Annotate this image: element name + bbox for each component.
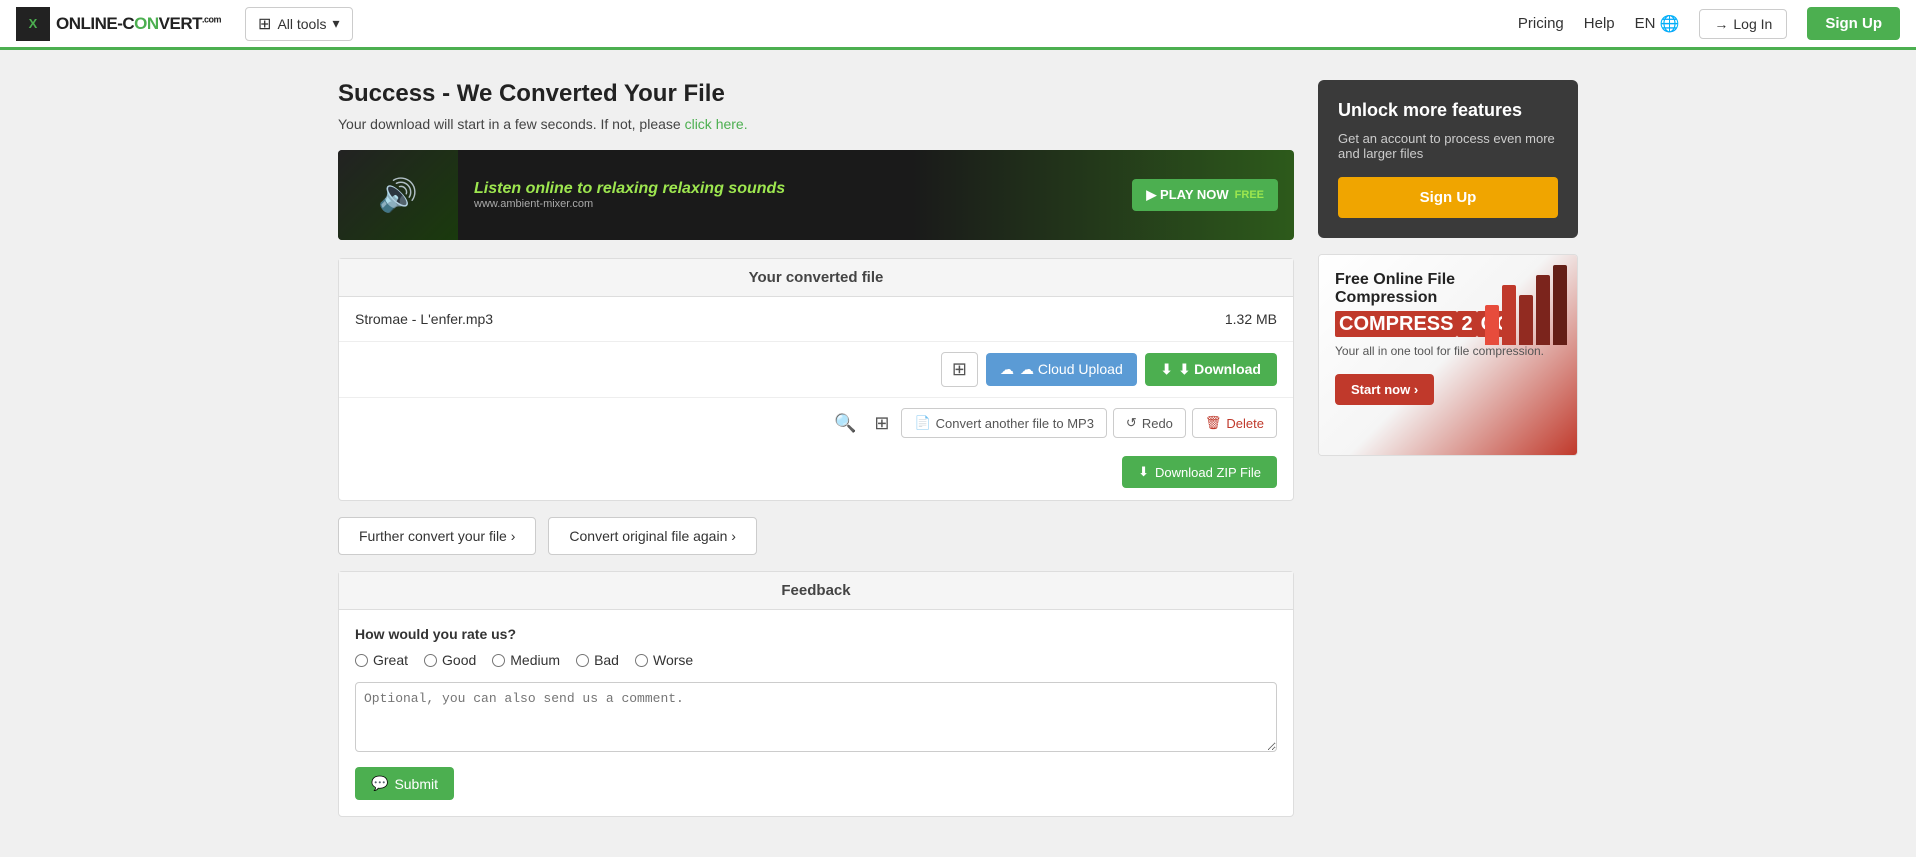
header: X ONLINE-CONVERT.com ⊞ All tools ▾ Prici… [0, 0, 1916, 50]
rating-worse[interactable]: Worse [635, 652, 693, 668]
signup-button[interactable]: Sign Up [1807, 7, 1900, 40]
comment-textarea[interactable] [355, 682, 1277, 752]
ad-banner: 🔊 Listen online to relaxing relaxing sou… [338, 150, 1294, 240]
zip-row: ⬇ Download ZIP File [339, 448, 1293, 500]
qr-icon: ⊞ [952, 359, 967, 379]
further-convert-button[interactable]: Further convert your file › [338, 517, 536, 555]
rating-great-radio[interactable] [355, 654, 368, 667]
feedback-body: How would you rate us? Great Good Medium [339, 610, 1293, 816]
login-label: Log In [1733, 16, 1772, 32]
unlock-desc: Get an account to process even more and … [1338, 131, 1558, 161]
action-row: ⊞ ☁ ☁ Cloud Upload ⬇ ⬇ Download [339, 342, 1293, 398]
pricing-link[interactable]: Pricing [1518, 15, 1564, 32]
login-icon: → [1714, 16, 1728, 32]
lang-label: EN [1635, 15, 1656, 32]
rating-options: Great Good Medium Bad [355, 652, 1277, 668]
redo-button[interactable]: ↺ Redo [1113, 408, 1186, 438]
header-right: Pricing Help EN 🌐 → Log In Sign Up [1518, 7, 1900, 40]
ad-text: Listen online to relaxing relaxing sound… [458, 180, 1132, 210]
unlock-title: Unlock more features [1338, 100, 1558, 121]
search-button[interactable]: 🔍 [828, 409, 862, 438]
bar [1553, 265, 1567, 345]
delete-button[interactable]: 🗑 Delete [1192, 408, 1277, 438]
click-here-link[interactable]: click here. [685, 116, 748, 132]
further-convert-row: Further convert your file › Convert orig… [338, 517, 1294, 555]
submit-button[interactable]: 💬 Submit [355, 767, 454, 800]
file-name: Stromae - L'enfer.mp3 [355, 311, 493, 327]
file-size: 1.32 MB [1225, 311, 1277, 327]
ad-play-button[interactable]: ▶ PLAY NOW FREE [1132, 179, 1278, 211]
ad-start-button[interactable]: Start now › [1335, 374, 1434, 405]
ad-free-label: FREE [1235, 189, 1264, 201]
search-icon: 🔍 [834, 413, 856, 433]
download-icon: ⬇ [1161, 361, 1173, 378]
speaker-emoji: 🔊 [378, 176, 418, 214]
grid-view-icon: ⊞ [874, 413, 889, 433]
cloud-upload-button[interactable]: ☁ ☁ Cloud Upload [986, 353, 1137, 386]
submit-icon: 💬 [371, 775, 388, 792]
unlock-signup-button[interactable]: Sign Up [1338, 177, 1558, 218]
toolbar-row: 🔍 ⊞ 📄 Convert another file to MP3 ↺ Redo… [339, 398, 1293, 448]
logo-text: ONLINE-CONVERT.com [56, 14, 221, 34]
rating-bad-radio[interactable] [576, 654, 589, 667]
ad-url: www.ambient-mixer.com [474, 198, 1116, 210]
login-button[interactable]: → Log In [1699, 9, 1787, 39]
logo: X ONLINE-CONVERT.com [16, 7, 221, 41]
download-zip-button[interactable]: ⬇ Download ZIP File [1122, 456, 1277, 488]
bar [1519, 295, 1533, 345]
feedback-header: Feedback [339, 572, 1293, 610]
all-tools-label: All tools [277, 16, 326, 32]
globe-icon: 🌐 [1659, 14, 1679, 34]
converted-file-header: Your converted file [339, 259, 1293, 297]
main-content: Success - We Converted Your File Your do… [318, 50, 1598, 857]
unlock-box: Unlock more features Get an account to p… [1318, 80, 1578, 238]
page-title: Success - We Converted Your File [338, 80, 1294, 108]
grid-icon: ⊞ [258, 14, 271, 34]
rating-medium-radio[interactable] [492, 654, 505, 667]
rating-good-radio[interactable] [424, 654, 437, 667]
feedback-box: Feedback How would you rate us? Great Go… [338, 571, 1294, 817]
chevron-down-icon: ▾ [332, 15, 339, 32]
bars-visual [1485, 265, 1567, 345]
ad-right-inner: Free Online File Compression COMPRESS2GO… [1319, 255, 1577, 455]
all-tools-button[interactable]: ⊞ All tools ▾ [245, 7, 352, 41]
help-link[interactable]: Help [1584, 15, 1615, 32]
download-button[interactable]: ⬇ ⬇ Download [1145, 353, 1277, 386]
bar [1502, 285, 1516, 345]
cloud-icon: ☁ [1000, 361, 1014, 378]
bar [1536, 275, 1550, 345]
rating-bad[interactable]: Bad [576, 652, 619, 668]
page-subtitle: Your download will start in a few second… [338, 116, 1294, 132]
redo-icon: ↺ [1126, 415, 1137, 431]
converted-file-box: Your converted file Stromae - L'enfer.mp… [338, 258, 1294, 501]
ad-right-desc: Your all in one tool for file compressio… [1335, 344, 1561, 358]
qr-button[interactable]: ⊞ [941, 352, 978, 387]
convert-another-button[interactable]: 📄 Convert another file to MP3 [901, 408, 1106, 438]
rating-question: How would you rate us? [355, 626, 1277, 642]
file-info-row: Stromae - L'enfer.mp3 1.32 MB [339, 297, 1293, 342]
trash-icon: 🗑 [1205, 415, 1222, 431]
rating-great[interactable]: Great [355, 652, 408, 668]
left-column: Success - We Converted Your File Your do… [338, 80, 1294, 817]
ad-right: Free Online File Compression COMPRESS2GO… [1318, 254, 1578, 456]
ad-speaker-icon: 🔊 [338, 150, 458, 240]
right-column: Unlock more features Get an account to p… [1318, 80, 1578, 456]
grid-view-button[interactable]: ⊞ [868, 409, 895, 438]
rating-good[interactable]: Good [424, 652, 476, 668]
file-icon: 📄 [914, 415, 930, 431]
ad-listen-text: Listen online to relaxing relaxing sound… [474, 180, 1116, 198]
convert-original-button[interactable]: Convert original file again › [548, 517, 757, 555]
bar [1485, 305, 1499, 345]
rating-worse-radio[interactable] [635, 654, 648, 667]
zip-download-icon: ⬇ [1138, 464, 1149, 480]
language-button[interactable]: EN 🌐 [1635, 14, 1680, 34]
logo-icon: X [16, 7, 50, 41]
rating-medium[interactable]: Medium [492, 652, 560, 668]
